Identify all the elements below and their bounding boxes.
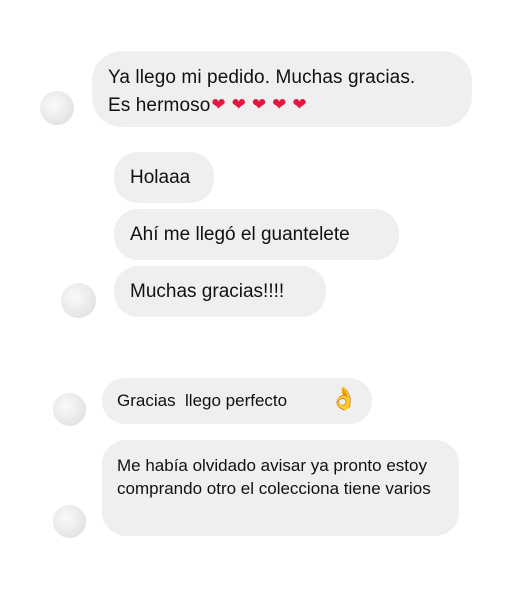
sender-avatar[interactable] xyxy=(40,91,74,125)
sender-avatar[interactable] xyxy=(53,393,86,426)
message-text: Ahí me llegó el guantelete xyxy=(130,224,350,245)
message-text: Me había olvidado avisar ya pronto estoy… xyxy=(117,456,431,498)
message-bubble[interactable]: Muchas gracias!!!! xyxy=(114,266,326,317)
heart-emoji-icon: ❤❤❤❤❤ xyxy=(211,95,313,114)
ok-hand-emoji-icon: 👌 xyxy=(330,386,358,411)
message-bubble[interactable]: Me había olvidado avisar ya pronto estoy… xyxy=(102,440,459,536)
message-bubble[interactable]: Holaaa xyxy=(114,152,214,203)
message-text: Muchas gracias!!!! xyxy=(130,281,285,302)
message-text: Holaaa xyxy=(130,167,191,188)
message-bubble[interactable]: Gracias llego perfecto 👌 xyxy=(102,378,372,424)
message-bubble[interactable]: Ahí me llegó el guantelete xyxy=(114,209,399,260)
message-text: Ya llego mi pedido. Muchas gracias. Es h… xyxy=(108,67,416,116)
sender-avatar[interactable] xyxy=(61,283,96,318)
message-bubble[interactable]: Ya llego mi pedido. Muchas gracias. Es h… xyxy=(92,51,472,127)
sender-avatar[interactable] xyxy=(53,505,86,538)
message-text: Gracias llego perfecto xyxy=(117,391,288,410)
